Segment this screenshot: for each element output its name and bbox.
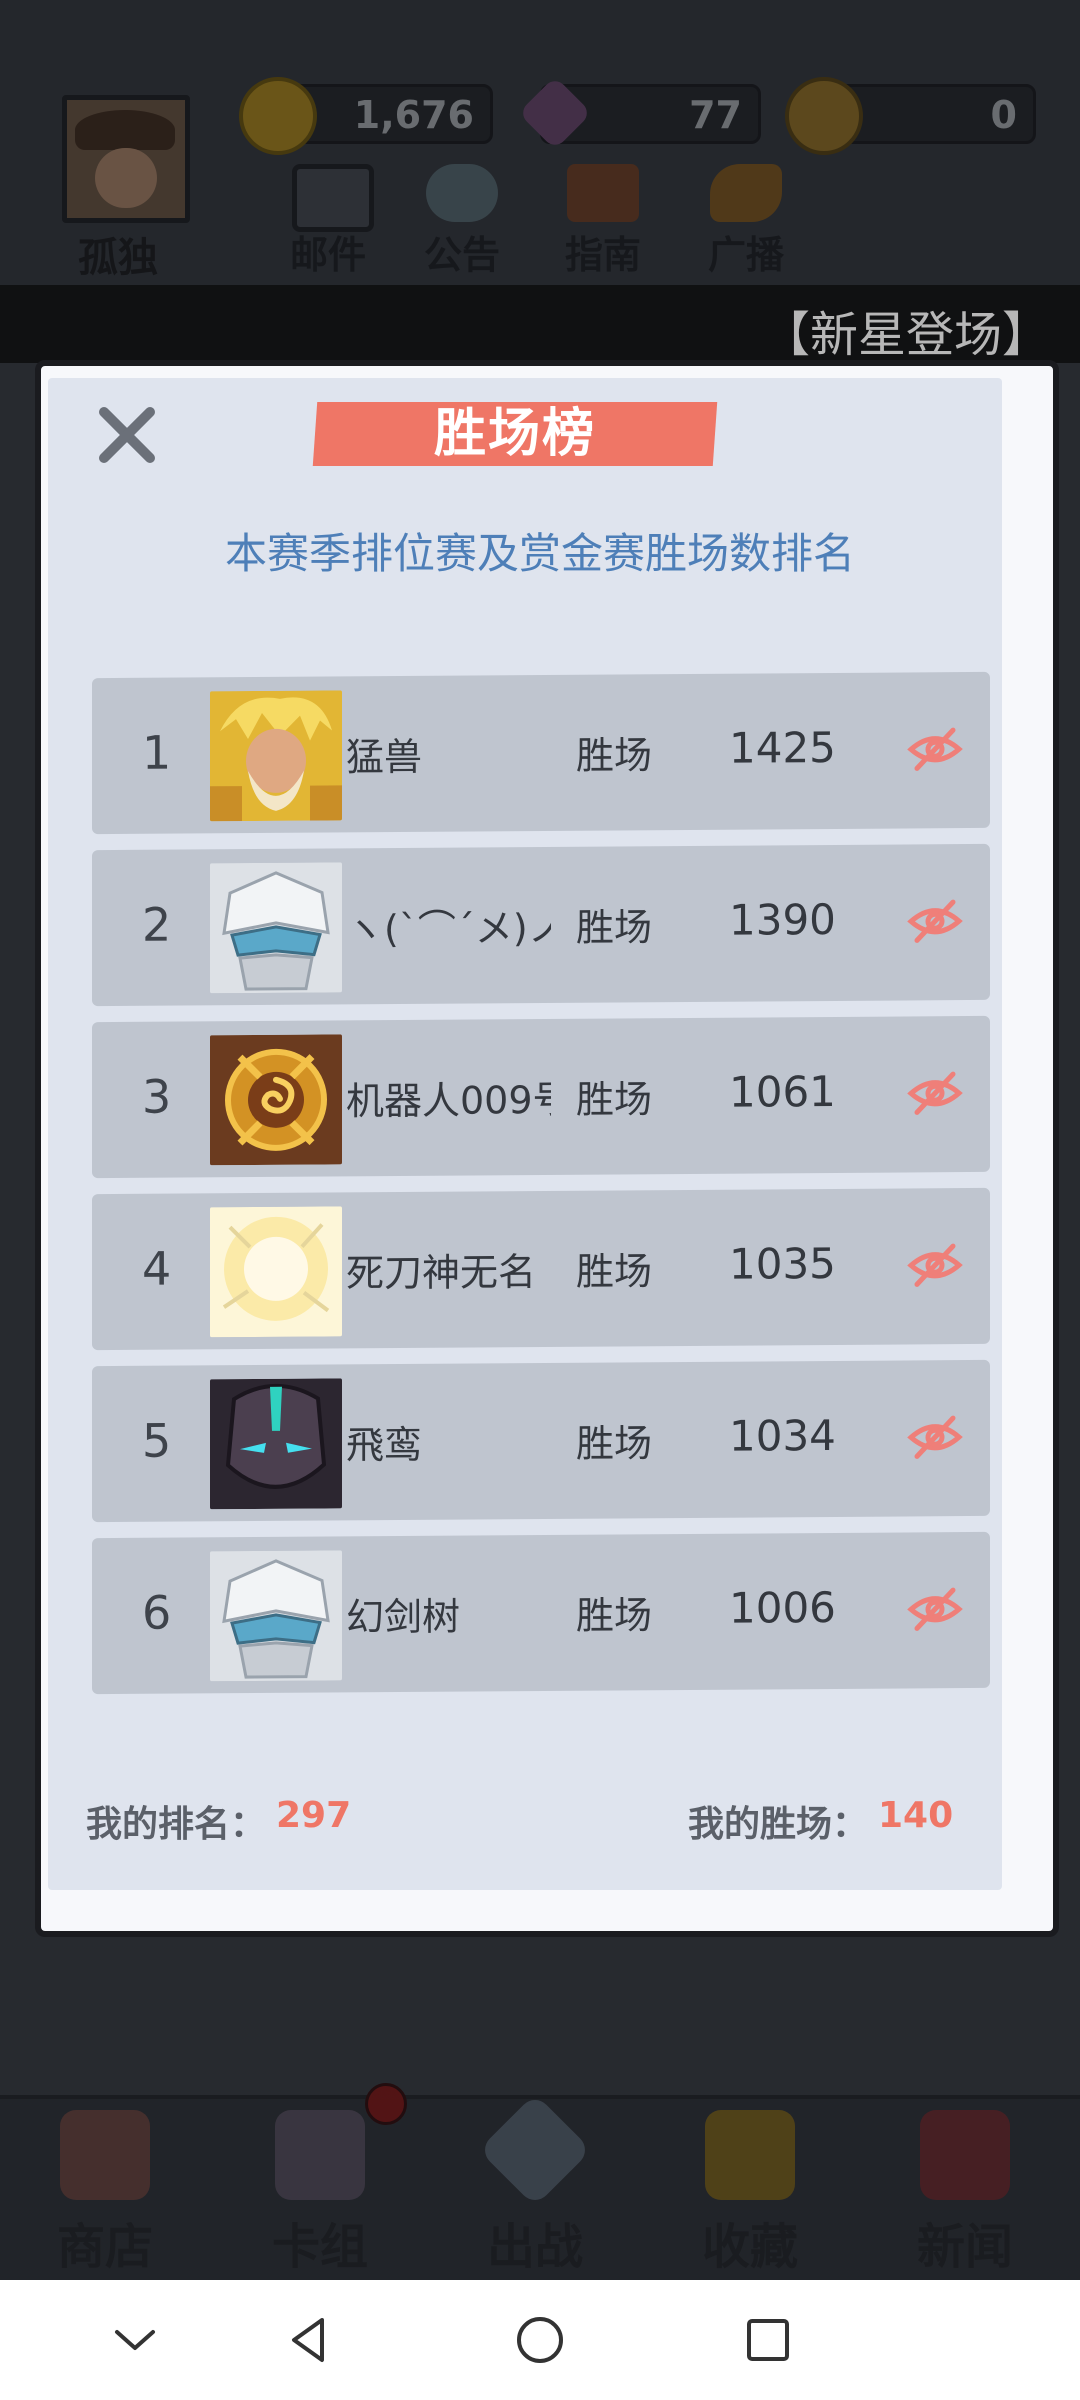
white-robot-avatar (210, 1550, 342, 1682)
leaderboard-row[interactable]: 6 幻剑树 胜场 1006 (92, 1531, 990, 1695)
player-name-cell: 飛鸾 (346, 1422, 423, 1468)
rank-number: 1 (142, 725, 172, 780)
rank-number: 3 (142, 1069, 172, 1124)
wins-label: 胜场 (576, 905, 653, 950)
player-name-cell: 猛兽 (346, 734, 423, 780)
eye-hidden-icon[interactable] (907, 1240, 963, 1290)
eye-hidden-icon[interactable] (907, 724, 963, 774)
wins-count: 1061 (729, 1066, 836, 1117)
leaderboard-row[interactable]: 3 机器人009号 胜场 1061 (92, 1015, 990, 1179)
wins-label: 胜场 (576, 1249, 653, 1294)
eye-hidden-icon[interactable] (907, 1068, 963, 1118)
wins-count: 1035 (729, 1238, 836, 1289)
home-circle-icon[interactable] (510, 2310, 570, 2370)
my-rank-label: 我的排名： (86, 1804, 267, 1845)
system-nav-bar (0, 2280, 1080, 2400)
eye-hidden-icon[interactable] (907, 1584, 963, 1634)
leaderboard-row[interactable]: 4 死刀神无名 胜场 1035 (92, 1187, 990, 1351)
eye-hidden-icon[interactable] (907, 896, 963, 946)
modal-subtitle: 本赛季排位赛及赏金赛胜场数排名 (224, 529, 855, 578)
wins-count: 1425 (729, 722, 836, 773)
rank-number: 4 (142, 1241, 172, 1296)
wins-label: 胜场 (576, 733, 653, 778)
my-wins-label: 我的胜场： (688, 1804, 869, 1845)
light-burst-avatar (210, 1206, 342, 1338)
player-name-cell: 机器人009号 (346, 1077, 551, 1124)
rank-number: 5 (142, 1413, 172, 1468)
my-rank-value: 297 (276, 1795, 352, 1836)
wins-label: 胜场 (576, 1077, 653, 1122)
wins-count: 1006 (729, 1582, 836, 1633)
leaderboard-row[interactable]: 1 猛兽 胜场 1425 (92, 671, 990, 835)
leaderboard-row[interactable]: 2 ヽ(`⌒´メ)ノ 胜场 1390 (92, 843, 990, 1007)
back-triangle-icon[interactable] (278, 2310, 338, 2370)
close-icon[interactable] (92, 400, 162, 470)
chevron-down-icon[interactable] (105, 2310, 165, 2370)
golden-emblem-avatar (210, 1034, 342, 1166)
my-wins-value: 140 (878, 1795, 954, 1836)
white-robot-avatar (210, 862, 342, 994)
wins-count: 1034 (729, 1410, 836, 1461)
recents-square-icon[interactable] (738, 2310, 798, 2370)
rank-number: 2 (142, 897, 172, 952)
rank-number: 6 (142, 1585, 172, 1640)
dark-alien-avatar (210, 1378, 342, 1510)
eye-hidden-icon[interactable] (907, 1412, 963, 1462)
wins-count: 1390 (729, 894, 836, 945)
player-name-cell: 幻剑树 (346, 1594, 461, 1640)
leaderboard-row[interactable]: 5 飛鸾 胜场 1034 (92, 1359, 990, 1523)
wins-label: 胜场 (576, 1593, 653, 1638)
player-name-cell: ヽ(`⌒´メ)ノ (346, 905, 551, 952)
golden-warrior-avatar (210, 690, 342, 822)
wins-label: 胜场 (576, 1421, 653, 1466)
modal-title: 胜场榜 (433, 404, 596, 464)
leaderboard-list: 1 猛兽 胜场 1425 2 ヽ(`⌒´メ)ノ 胜场 1390 3 机器人009… (92, 671, 992, 1707)
player-name-cell: 死刀神无名 (346, 1250, 537, 1296)
